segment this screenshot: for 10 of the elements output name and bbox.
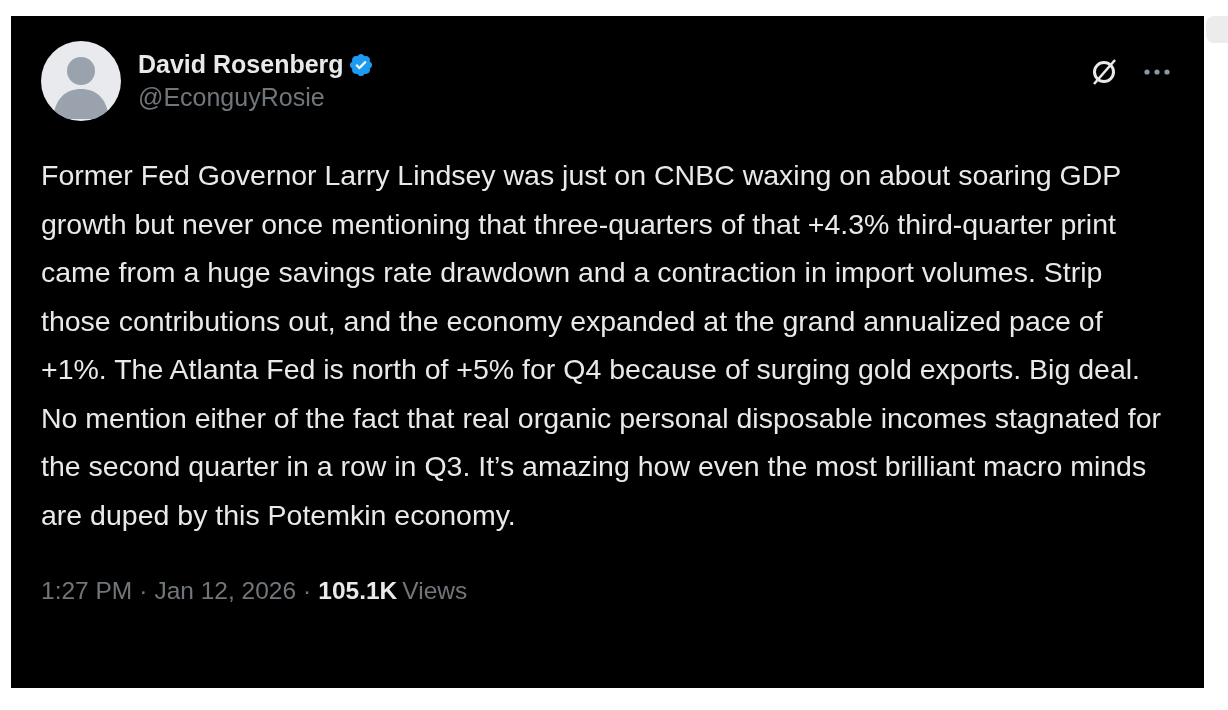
author-handle[interactable]: @EconguyRosie (138, 83, 374, 112)
views-count: 105.1K (318, 577, 398, 605)
post-text: Former Fed Governor Larry Lindsey was just on CNBC waxing on about soaring GDP growth but never once mentioning that three-quarters of that +4.3% third-quarter print came from a huge savings rate drawdown and a contraction in import volumes. Strip those contributions out, and the economy expanded at the grand annualized pace of +1%. The Atlanta Fed is north of +5% for Q4 because of surging gold exports. Big deal. No mention either of the fact that real organic personal disposable incomes stagnated for the second quarter in a row in Q3. It’s amazing how even the most brilliant macro minds are duped by this Potemkin economy. (41, 158, 1163, 533)
post-date[interactable]: Jan 12, 2026 (154, 577, 297, 605)
separator-dot: · (303, 577, 312, 605)
views-label: Views (402, 577, 468, 605)
post-time[interactable]: 1:27 PM (41, 577, 133, 605)
separator-dot: · (139, 577, 148, 605)
author-name[interactable]: David Rosenberg (138, 50, 344, 79)
more-icon[interactable] (1142, 67, 1172, 77)
